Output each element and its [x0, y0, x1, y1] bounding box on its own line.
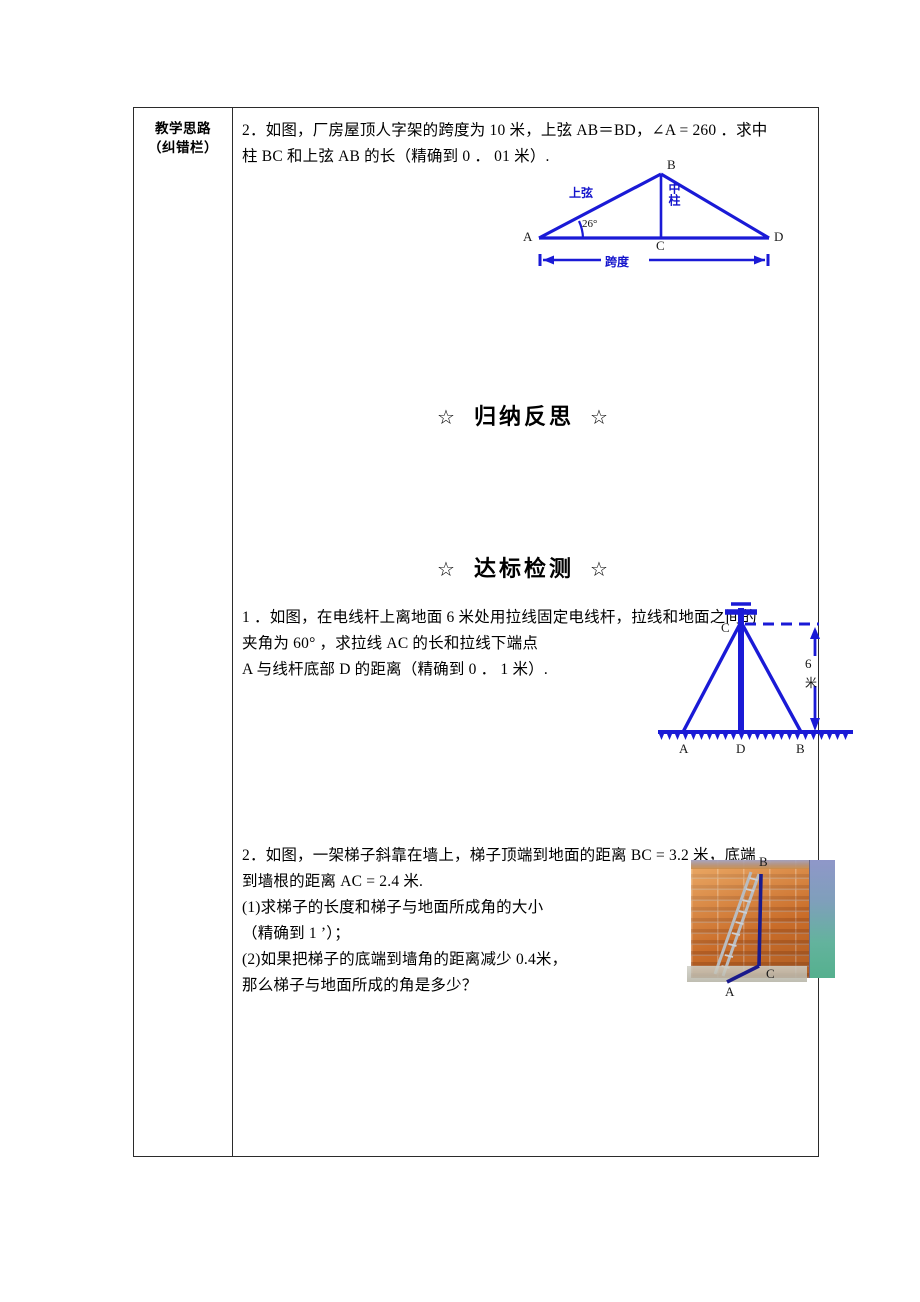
test-problem-2-line6: 那么梯子与地面所成的角是多少？ [242, 977, 478, 994]
pole-label-D: D [736, 741, 746, 756]
test-problem-2-line5: (2)如果把梯子的底端到墙角的距离减少 0.4米， [242, 951, 568, 968]
pole-height-unit: 米 [805, 676, 818, 690]
test-problem-2-line3: (1)求梯子的长度和梯子与地面所成角的大小 [242, 899, 544, 916]
truss-label-B: B [667, 157, 676, 172]
test-problem-2-line4: （精确到 1 ’）； [242, 925, 350, 942]
test-problem-2-text-b: (1)求梯子的长度和梯子与地面所成角的大小 （精确到 1 ’）； (2)如果把梯… [242, 895, 672, 999]
ladder-label-B: B [759, 854, 768, 869]
lesson-table: 教学思路 （纠错栏） 2．如图，厂房屋顶人字架的跨度为 10 米，上弦 AB＝B… [133, 107, 853, 1157]
utility-pole-svg [658, 602, 853, 740]
star-icon-right-test: ☆ [590, 559, 611, 581]
teaching-notes-line1: 教学思路 [155, 121, 211, 136]
pole-label-B: B [796, 741, 805, 756]
teaching-notes-line2: （纠错栏） [148, 140, 218, 155]
truss-upper-chord-label: 上弦 [569, 186, 594, 200]
section-title-reflection: 归纳反思 [473, 404, 574, 429]
truss-center-post-label: 中柱 [667, 182, 681, 206]
pole-label-C: C [721, 620, 730, 635]
star-icon-left-reflection: ☆ [437, 407, 458, 429]
roof-truss-svg [538, 172, 770, 266]
truss-label-D: D [774, 229, 784, 244]
pole-height-value: 6 [805, 656, 812, 671]
truss-label-C: C [656, 238, 665, 253]
star-icon-left-test: ☆ [437, 559, 458, 581]
ladder-overlay-svg [726, 873, 763, 984]
truss-span-label: 跨度 [605, 255, 630, 269]
table-cell-teaching-notes: 教学思路 （纠错栏） [134, 108, 233, 1156]
section-header-reflection: ☆ 归纳反思 ☆ [242, 399, 806, 431]
ladder-wall-photo: B C A [687, 848, 847, 1013]
star-icon-right-reflection: ☆ [590, 407, 611, 429]
ladder-label-C: C [766, 966, 775, 981]
ladder-label-A: A [725, 984, 735, 999]
utility-pole-diagram: C A D B 6 米 [653, 594, 868, 759]
truss-label-A: A [523, 229, 533, 244]
pole-label-A: A [679, 741, 689, 756]
roof-truss-diagram: A B C D 26° 上弦 中柱 跨度 [521, 157, 791, 283]
page-canvas: 教学思路 （纠错栏） 2．如图，厂房屋顶人字架的跨度为 10 米，上弦 AB＝B… [0, 0, 920, 1302]
section-title-test: 达标检测 [473, 556, 574, 581]
section-header-test: ☆ 达标检测 ☆ [242, 551, 806, 583]
truss-angle-label: 26° [582, 218, 598, 230]
problem-top-line1: 2．如图，厂房屋顶人字架的跨度为 10 米，上弦 AB＝BD，∠A = 260 … [242, 122, 768, 139]
table-cell-content: 2．如图，厂房屋顶人字架的跨度为 10 米，上弦 AB＝BD，∠A = 260 … [233, 108, 853, 1156]
